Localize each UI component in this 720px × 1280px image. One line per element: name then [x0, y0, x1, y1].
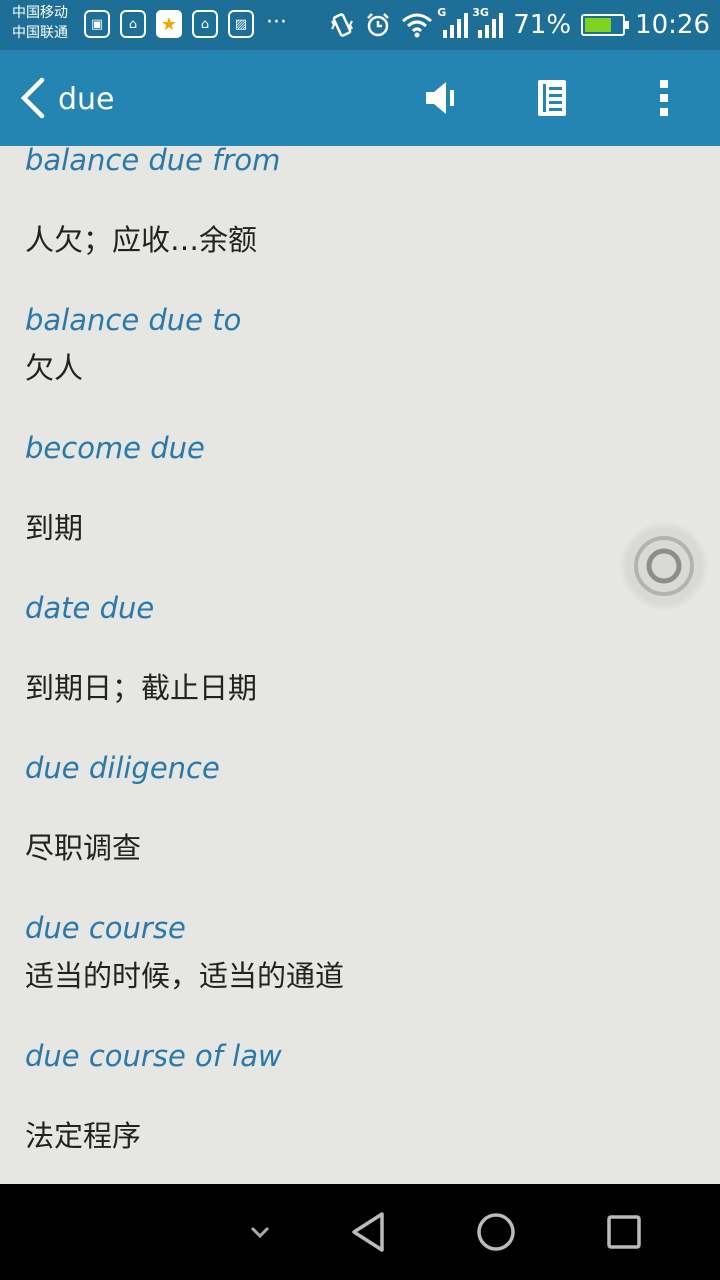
carrier-2: 中国联通 — [12, 25, 68, 41]
nav-back-button[interactable] — [344, 1208, 392, 1256]
target-icon — [634, 536, 694, 596]
more-vert-icon — [660, 80, 668, 116]
nav-home-button[interactable] — [472, 1208, 520, 1256]
signal-strength-icon-2: 3G — [472, 6, 504, 38]
battery-icon — [581, 14, 630, 36]
carrier-labels: 中国移动 中国联通 — [12, 3, 68, 43]
gallery-icon: ▨ — [228, 10, 254, 38]
phrase-definition: 适当的时候，适当的通道 — [25, 959, 345, 993]
speaker-icon — [426, 82, 454, 114]
notification-app-icon: ▣ — [84, 10, 110, 38]
huawei-app-icon: ⌂ — [192, 10, 218, 38]
battery-fill — [585, 18, 611, 32]
status-right: G 3G 71% 10:26 — [329, 0, 710, 50]
more-notifications-icon: ··· — [266, 10, 287, 35]
wifi-icon — [402, 13, 433, 38]
triangle-back-icon — [352, 1212, 384, 1252]
phrase-definition: 欠人 — [25, 351, 84, 385]
chevron-down-icon — [250, 1226, 270, 1239]
hide-nav-button[interactable] — [236, 1208, 284, 1256]
network-type-1: G — [437, 6, 447, 19]
clock: 10:26 — [635, 10, 710, 40]
battery-percent: 71% — [513, 10, 572, 40]
signal-strength-icon-1: G — [437, 6, 469, 38]
vibrate-icon — [331, 13, 354, 37]
pronounce-button[interactable] — [416, 74, 464, 122]
carrier-1: 中国移动 — [12, 5, 68, 21]
phrase-definition: 尽职调查 — [25, 831, 142, 865]
circle-home-icon — [477, 1213, 515, 1251]
phrase-definition: 人欠；应收…余额 — [25, 223, 258, 257]
phrase-term[interactable]: balance due to — [25, 302, 241, 338]
back-arrow-icon — [20, 77, 45, 119]
phrase-list[interactable]: balance due from 人欠；应收…余额 balance due to… — [0, 146, 720, 1184]
page-title: due — [58, 82, 115, 117]
star-app-icon: ★ — [156, 10, 182, 38]
system-nav-bar — [0, 1184, 720, 1280]
phrase-term[interactable]: due course — [25, 910, 186, 946]
network-type-2: 3G — [472, 6, 489, 19]
phrase-term[interactable]: balance due from — [25, 146, 280, 178]
notification-icons: ▣ ⌂ ★ ⌂ ▨ ··· — [84, 10, 287, 38]
phrase-term[interactable]: become due — [25, 430, 205, 466]
square-recents-icon — [607, 1215, 641, 1249]
list-icon — [538, 80, 566, 116]
status-bar: 中国移动 中国联通 ▣ ⌂ ★ ⌂ ▨ ··· G 3G 71% 10:26 — [0, 0, 720, 50]
word-list-button[interactable] — [528, 74, 576, 122]
huawei-icon: ⌂ — [120, 10, 146, 38]
overflow-menu-button[interactable] — [640, 74, 688, 122]
phrase-term[interactable]: due diligence — [25, 750, 220, 786]
phrase-definition: 到期日；截止日期 — [25, 671, 258, 705]
phrase-definition: 到期 — [25, 511, 84, 545]
phrase-term[interactable]: due course of law — [25, 1038, 282, 1074]
phrase-term[interactable]: date due — [25, 590, 154, 626]
alarm-icon — [367, 13, 390, 37]
phrase-definition: 法定程序 — [25, 1119, 142, 1153]
back-button[interactable] — [16, 74, 50, 122]
floating-touch-button[interactable] — [620, 522, 708, 610]
app-bar: due — [0, 50, 720, 146]
nav-recents-button[interactable] — [600, 1208, 648, 1256]
